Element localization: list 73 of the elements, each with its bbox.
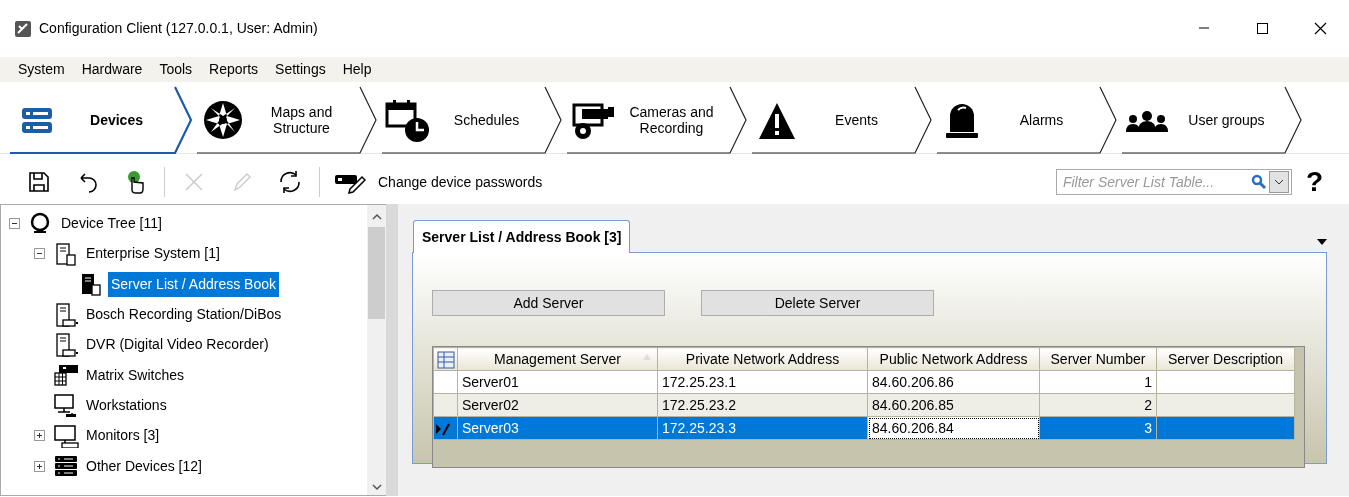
app-icon: [14, 19, 32, 38]
tree-item[interactable]: DVR (Digital Video Recorder): [83, 332, 272, 358]
scroll-up-icon: [371, 213, 382, 221]
menu-item[interactable]: Settings: [267, 59, 335, 80]
sort-icon: [643, 354, 651, 360]
monitor-icon: [53, 423, 79, 448]
table-cell: 172.25.23.2: [657, 393, 868, 417]
tree-item[interactable]: Enterprise System [1]: [83, 241, 223, 267]
menu-item[interactable]: Reports: [201, 59, 268, 80]
ribbon-tab[interactable]: Alarms: [935, 86, 1118, 154]
change-passwords-button[interactable]: Change device passwords: [330, 163, 547, 201]
table-cell: 84.60.206.85: [867, 393, 1040, 417]
column-header[interactable]: Public Network Address: [867, 347, 1040, 371]
menu-item[interactable]: Hardware: [73, 59, 152, 80]
scroll-down-icon: [371, 483, 382, 491]
menu-item[interactable]: System: [10, 59, 74, 80]
refresh-icon: [278, 170, 302, 194]
splitter[interactable]: [386, 204, 398, 496]
column-header[interactable]: Server Description: [1156, 347, 1295, 371]
recorder-icon: [53, 332, 79, 357]
table-cell: Server02: [457, 393, 658, 417]
tree-item[interactable]: Matrix Switches: [83, 362, 188, 388]
tree-item[interactable]: Bosch Recording Station/DiBos: [83, 302, 285, 328]
recorder-icon: [53, 302, 79, 327]
row-header[interactable]: [433, 416, 458, 440]
table-cell: 84.60.206.84: [867, 416, 1040, 440]
dropdown-icon: [1317, 239, 1327, 245]
table-cell: 3: [1039, 416, 1157, 440]
table-cell: 1: [1039, 370, 1157, 394]
ribbon-tab[interactable]: Cameras and Recording: [565, 86, 748, 154]
compass-icon: [201, 100, 243, 140]
search-icon: [1250, 174, 1267, 190]
ribbon-tab[interactable]: Events: [750, 86, 933, 154]
table-cell: 172.25.23.3: [657, 416, 868, 440]
server-rack-icon: [53, 454, 79, 478]
tree-item[interactable]: Server List / Address Book: [108, 271, 279, 297]
column-chooser-icon: [436, 350, 455, 369]
panel-button[interactable]: Delete Server: [701, 290, 934, 316]
table-cell: 2: [1039, 393, 1157, 417]
tree-item[interactable]: Monitors [3]: [83, 423, 163, 449]
dropdown-button[interactable]: [1268, 171, 1289, 193]
table-cell: 84.60.206.86: [867, 370, 1040, 394]
search-box[interactable]: Filter Server List Table...: [1055, 169, 1292, 195]
tree-item[interactable]: Device Tree [11]: [58, 211, 165, 237]
column-header[interactable]: Private Network Address: [657, 347, 868, 371]
server-document-icon: [53, 241, 79, 266]
table-cell: Server01: [457, 370, 658, 394]
matrix-switch-icon: [53, 363, 79, 388]
help-button[interactable]: ?: [1305, 168, 1323, 196]
column-header[interactable]: Management Server: [457, 347, 658, 371]
menu-item[interactable]: Tools: [151, 59, 202, 80]
alarm-light-icon: [944, 102, 980, 138]
ribbon-tab[interactable]: User groups: [1120, 86, 1303, 154]
table-cell: 172.25.23.1: [657, 370, 868, 394]
tree-item[interactable]: Workstations: [83, 392, 170, 418]
ribbon-tab[interactable]: Schedules: [380, 86, 563, 154]
scrollbar[interactable]: [367, 205, 386, 495]
maximize-icon: [1255, 22, 1269, 35]
menu-item[interactable]: Help: [334, 59, 381, 80]
window-title: Configuration Client (127.0.0.1, User: Admin): [39, 19, 318, 38]
panel-button[interactable]: Add Server: [432, 290, 665, 316]
warning-icon: [758, 101, 796, 139]
tree-item[interactable]: Other Devices [12]: [83, 453, 205, 479]
calendar-clock-icon: [385, 98, 429, 142]
column-header[interactable]: Server Number: [1039, 347, 1157, 371]
ribbon-tab[interactable]: Devices: [10, 86, 193, 154]
caret-icon: [1273, 179, 1284, 185]
ribbon-tab[interactable]: Maps and Structure: [195, 86, 378, 154]
workstation-icon: [53, 393, 79, 418]
panel-tab[interactable]: Server List / Address Book [3]: [413, 220, 631, 253]
save-icon: [27, 170, 51, 194]
table-cell: Server03: [457, 416, 658, 440]
close-icon: [1313, 22, 1327, 35]
